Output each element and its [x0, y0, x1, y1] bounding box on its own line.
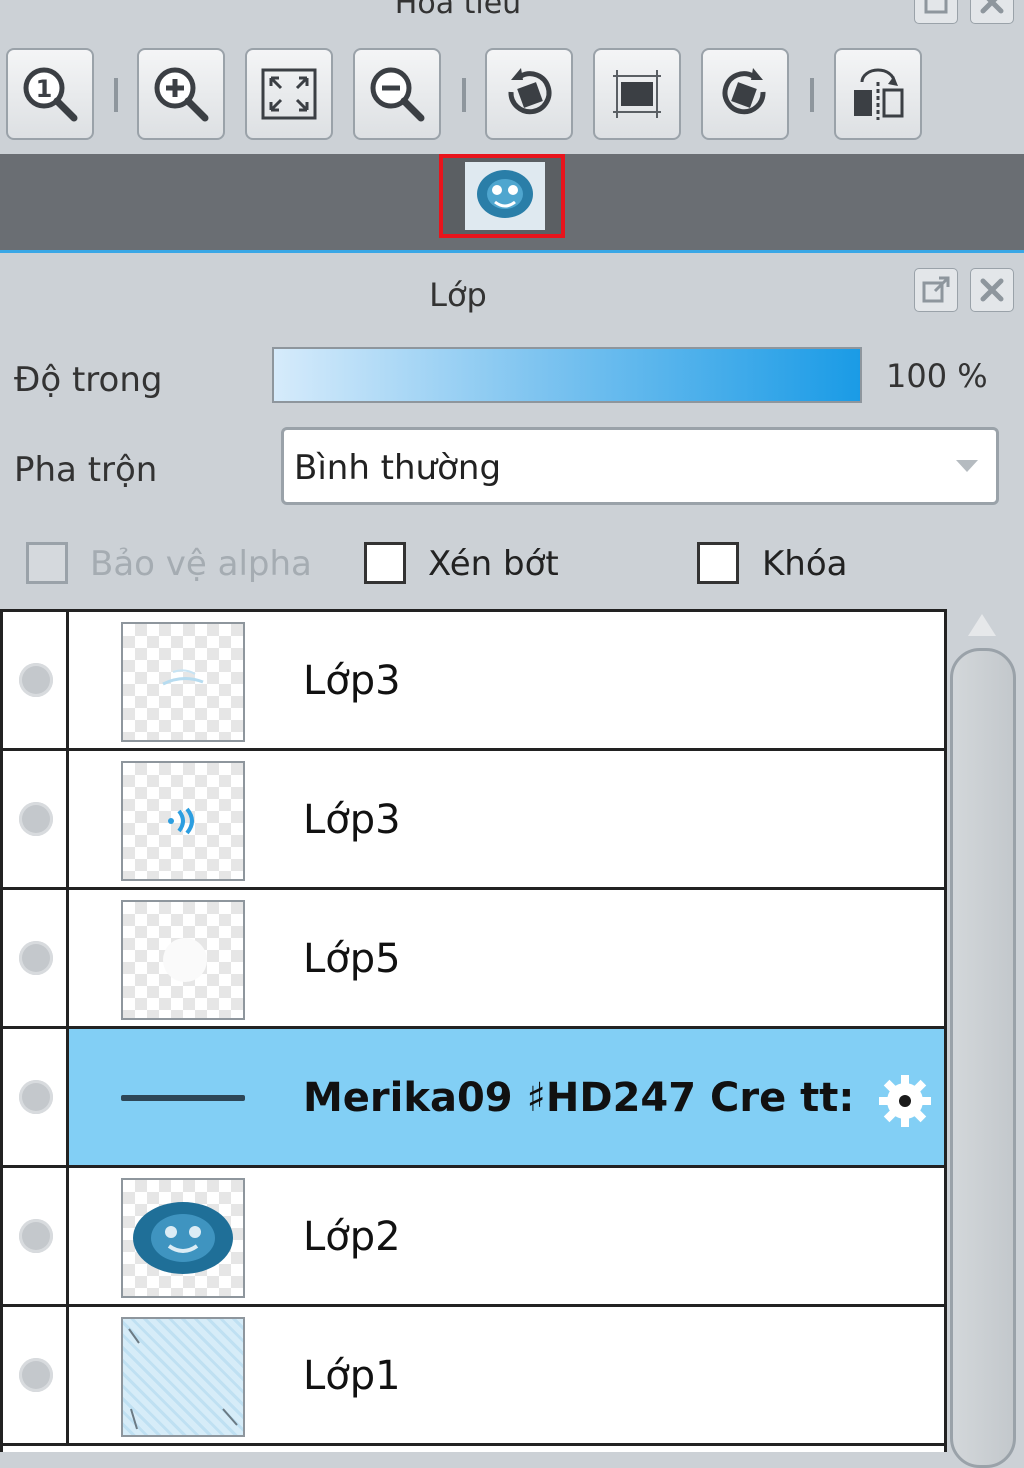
toolbar-separator — [462, 78, 466, 112]
fit-to-window-button[interactable] — [245, 48, 333, 140]
layer-panel-title: Lớp — [429, 276, 487, 314]
layer-name: Lớp3 — [303, 797, 401, 843]
visibility-toggle[interactable] — [19, 1219, 53, 1253]
layer-name: Lớp2 — [303, 1214, 401, 1260]
visibility-toggle[interactable] — [19, 802, 53, 836]
layer-panel-header: Lớp — [0, 258, 1024, 328]
blend-mode-select[interactable]: Bình thường — [281, 427, 999, 505]
close-icon — [980, 278, 1004, 302]
close-icon — [980, 0, 1004, 14]
visibility-column — [3, 612, 69, 748]
layer-name: Lớp3 — [303, 658, 401, 704]
flip-horizontal-button[interactable] — [834, 48, 922, 140]
toolbar-separator — [114, 78, 118, 112]
layer-name: Lớp5 — [303, 936, 401, 982]
protect-alpha-label: Bảo vệ alpha — [90, 544, 312, 584]
zoom-out-button[interactable] — [353, 48, 441, 140]
visibility-column — [3, 890, 69, 1026]
navigator-view-frame[interactable] — [439, 154, 565, 238]
lock-checkbox[interactable] — [697, 542, 739, 584]
fit-to-window-icon — [261, 68, 317, 120]
navigator-title: Hoa tiêu — [394, 0, 522, 21]
reset-rotation-button[interactable] — [593, 48, 681, 140]
zoom-out-icon — [370, 67, 425, 122]
layer-list-scrollbar[interactable] — [950, 648, 1016, 1468]
flip-horizontal-icon — [854, 68, 904, 120]
text-layer-thumbnail — [121, 1095, 245, 1101]
layer-panel-popout-button[interactable] — [914, 268, 958, 312]
visibility-column — [3, 1168, 69, 1304]
layer-panel-close-button[interactable] — [970, 268, 1014, 312]
opacity-label: Độ trong — [14, 360, 163, 400]
toolbar-separator — [810, 78, 814, 112]
visibility-toggle[interactable] — [19, 1080, 53, 1114]
rotate-right-icon — [722, 68, 766, 115]
svg-text:1: 1 — [36, 75, 53, 103]
protect-alpha-checkbox[interactable] — [26, 542, 68, 584]
layer-thumbnail — [121, 900, 245, 1020]
visibility-column — [3, 1029, 69, 1165]
navigator-canvas-thumbnail — [465, 162, 545, 230]
zoom-in-button[interactable] — [137, 48, 225, 140]
zoom-actual-button[interactable]: 1 — [6, 48, 94, 140]
layer-thumbnail — [121, 1178, 245, 1298]
navigator-close-button[interactable] — [970, 0, 1014, 24]
popout-icon — [922, 276, 950, 303]
scroll-up-arrow-icon[interactable] — [968, 614, 996, 636]
navigator-header: Hoa tiêu — [0, 0, 1024, 30]
layer-name: Lớp1 — [303, 1353, 401, 1399]
opacity-slider[interactable] — [272, 347, 862, 403]
layer-thumbnail — [121, 622, 245, 742]
rotate-left-icon — [508, 68, 552, 115]
navigator-preview[interactable] — [0, 154, 1024, 250]
reset-rotation-icon — [613, 70, 661, 118]
rotate-left-button[interactable] — [485, 48, 573, 140]
blend-mode-label: Pha trộn — [14, 450, 158, 490]
gear-icon[interactable] — [875, 1071, 935, 1131]
layer-row[interactable]: Lớp2 — [3, 1168, 944, 1307]
layer-thumbnail — [121, 1317, 245, 1437]
rotate-right-button[interactable] — [701, 48, 789, 140]
opacity-value: 100 % — [886, 357, 988, 395]
zoom-in-icon — [154, 67, 209, 122]
visibility-column — [3, 1307, 69, 1443]
panel-divider[interactable] — [0, 250, 1024, 256]
zoom-actual-icon: 1 — [23, 67, 78, 122]
chevron-down-icon — [956, 460, 978, 472]
blend-mode-value: Bình thường — [294, 448, 502, 488]
float-icon — [924, 0, 948, 14]
layer-thumbnail — [121, 761, 245, 881]
visibility-toggle[interactable] — [19, 1358, 53, 1392]
visibility-toggle[interactable] — [19, 941, 53, 975]
clipping-label: Xén bớt — [428, 544, 559, 584]
clipping-checkbox[interactable] — [364, 542, 406, 584]
layer-row[interactable]: Lớp3 — [3, 751, 944, 890]
layer-name: Merika09 ♯HD247 Cre tt: — [303, 1075, 855, 1121]
navigator-float-button[interactable] — [914, 0, 958, 24]
layer-row-selected[interactable]: Merika09 ♯HD247 Cre tt: — [3, 1029, 944, 1168]
layer-row[interactable]: Lớp3 — [3, 612, 944, 751]
visibility-column — [3, 751, 69, 887]
visibility-toggle[interactable] — [19, 663, 53, 697]
layer-list: Lớp3 Lớp3 Lớp5 Merika09 ♯HD247 Cre tt: L… — [0, 609, 947, 1452]
lock-label: Khóa — [762, 544, 848, 584]
navigator-toolbar: 1 — [0, 48, 1024, 144]
layer-row[interactable]: Lớp1 — [3, 1307, 944, 1446]
layer-row[interactable]: Lớp5 — [3, 890, 944, 1029]
